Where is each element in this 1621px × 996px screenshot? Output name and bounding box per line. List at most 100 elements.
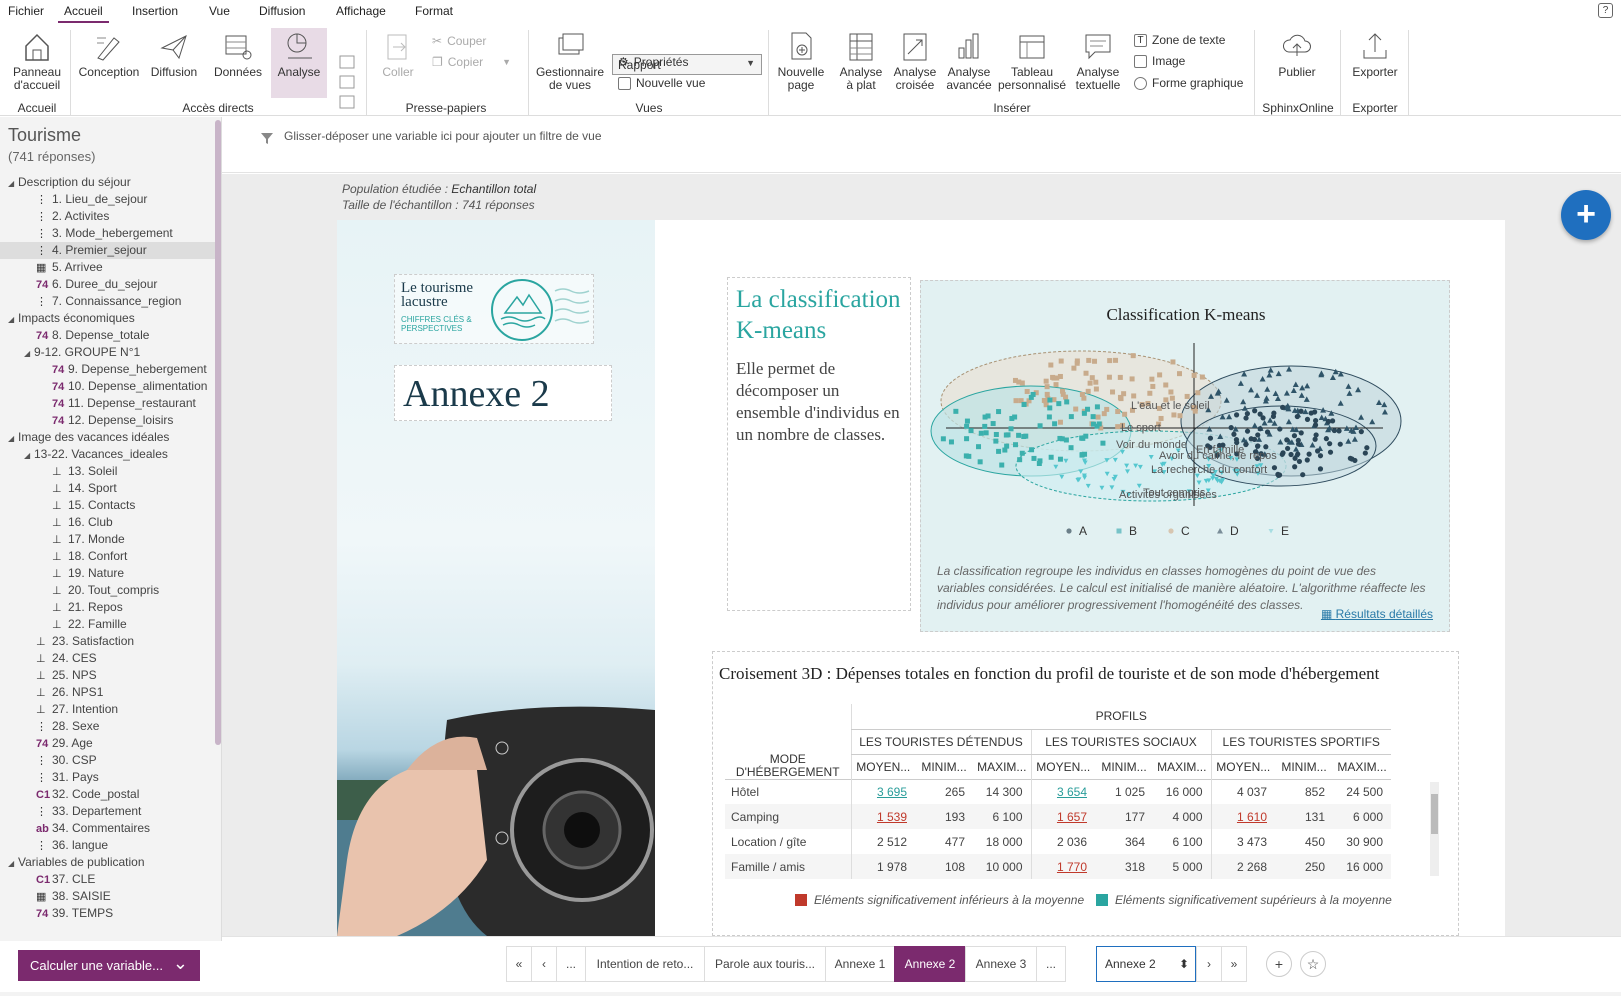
menu-vue[interactable]: Vue [209,4,230,18]
tree-variable[interactable]: ⊥ 24. CES [0,650,215,667]
annexe-box[interactable]: Annexe 2 [394,365,612,421]
more-pages-button[interactable]: ... [1036,946,1066,982]
views-manager-button[interactable]: Gestionnaire de vues [534,30,606,92]
tree-variable[interactable]: ⊥ 14. Sport [0,480,215,497]
significant-value-link[interactable]: 1 610 [1237,810,1267,824]
properties-button[interactable]: ⚙ Propriétés [618,55,688,69]
donnees-button[interactable]: Données [208,30,268,79]
tree-variable[interactable]: ⊥ 26. NPS1 [0,684,215,701]
tree-variable[interactable]: ⊥ 21. Repos [0,599,215,616]
kmeans-chart[interactable]: L'eau et le soleil Le sport Voir du monde E… [920,280,1450,632]
tab-annexe-3[interactable]: Annexe 3 [965,946,1037,982]
tree-group[interactable]: ◢ 9-12. GROUPE N°1 [0,344,215,361]
subcolumn-header[interactable]: MOYEN... [1210,754,1275,779]
table-cell[interactable]: 1 610 [1210,804,1275,829]
subcolumn-header[interactable]: MINIM... [1095,754,1153,779]
tab-parole[interactable]: Parole aux touris... [704,946,826,982]
cross-table-box[interactable]: Croisement 3D : Dépenses totales en fonc… [712,651,1459,936]
image-button[interactable]: Image [1134,54,1185,68]
tree-variable[interactable]: ⋮ 33. Departement [0,803,215,820]
sidebar-scrollbar[interactable] [215,120,221,745]
tree-variable[interactable]: 74 11. Depense_restaurant [0,395,215,412]
export-button[interactable]: Exporter [1346,30,1404,79]
tree-variable[interactable]: ⊥ 15. Contacts [0,497,215,514]
tree-variable[interactable]: 74 9. Depense_hebergement [0,361,215,378]
expand-icon[interactable]: ◢ [24,345,34,362]
tree-variable[interactable]: ⊥ 17. Monde [0,531,215,548]
table-cell[interactable]: 1 539 [850,804,915,829]
kmeans-text-box[interactable]: La classification K-means Elle permet de… [727,277,911,611]
tree-group[interactable]: ◢ Description du séjour [0,174,215,191]
table-cell[interactable]: 3 695 [850,779,915,804]
tab-annexe-1[interactable]: Annexe 1 [825,946,895,982]
first-page-button[interactable]: « [506,946,532,982]
diffusion-button[interactable]: Diffusion [144,30,204,79]
tree-variable[interactable]: ⋮ 2. Activites [0,208,215,225]
add-page-icon[interactable]: + [1266,951,1292,977]
advanced-analysis-button[interactable]: Analyse avancée [942,30,996,92]
page-select[interactable]: Annexe 2 [1096,946,1196,982]
tree-group[interactable]: ◢ Image des vacances idéales [0,429,215,446]
tree-variable[interactable]: 74 8. Depense_totale [0,327,215,344]
copy-button[interactable]: ❐ Copier ▼ [432,55,511,69]
home-panel-button[interactable]: Panneau d'accueil [8,30,66,92]
tree-variable[interactable]: ⋮ 36. langue [0,837,215,854]
tree-variable[interactable]: ⋮ 1. Lieu_de_sejour [0,191,215,208]
subcolumn-header[interactable]: MAXIM... [1153,754,1211,779]
expand-icon[interactable]: ◢ [8,175,18,192]
analyse-button[interactable]: Analyse [271,28,327,98]
tree-variable[interactable]: ab 34. Commentaires [0,820,215,837]
tree-variable[interactable]: ⊥ 16. Club [0,514,215,531]
tree-variable[interactable]: ▦ 38. SAISIE [0,888,215,905]
significant-value-link[interactable]: 1 770 [1057,860,1087,874]
last-page-button[interactable]: » [1221,946,1247,982]
flat-analysis-button[interactable]: Analyse à plat [836,30,886,92]
tree-variable[interactable]: ⋮ 3. Mode_hebergement [0,225,215,242]
menu-accueil[interactable]: Accueil [58,4,109,23]
subcolumn-header[interactable]: MOYEN... [1030,754,1095,779]
tree-variable[interactable]: 74 12. Depense_loisirs [0,412,215,429]
expand-icon[interactable]: ◢ [24,447,34,464]
tree-variable[interactable]: ⊥ 13. Soleil [0,463,215,480]
cross-analysis-button[interactable]: Analyse croisée [890,30,940,92]
publish-button[interactable]: Publier [1262,30,1332,79]
menu-diffusion[interactable]: Diffusion [259,4,305,18]
tree-variable[interactable]: 74 6. Duree_du_sejour [0,276,215,293]
tree-variable[interactable]: ⋮ 7. Connaissance_region [0,293,215,310]
tree-variable[interactable]: ⊥ 19. Nature [0,565,215,582]
subcolumn-header[interactable]: MAXIM... [973,754,1031,779]
tree-group[interactable]: ◢ Variables de publication [0,854,215,871]
tree-variable[interactable]: ⊥ 27. Intention [0,701,215,718]
subcolumn-header[interactable]: MOYEN... [850,754,915,779]
significant-value-link[interactable]: 3 654 [1057,785,1087,799]
tree-variable[interactable]: 74 10. Depense_alimentation [0,378,215,395]
tree-group[interactable]: ◢ Impacts économiques [0,310,215,327]
custom-table-button[interactable]: Tableau personnalisé [998,30,1066,92]
tree-variable[interactable]: ⋮ 31. Pays [0,769,215,786]
text-zone-button[interactable]: T Zone de texte [1134,33,1225,47]
menu-format[interactable]: Format [415,4,453,18]
expand-icon[interactable]: ◢ [8,311,18,328]
tab-annexe-2[interactable]: Annexe 2 [894,946,966,982]
detailed-results-link[interactable]: ▦ Résultats détaillés [1321,607,1433,621]
tree-variable[interactable]: ⋮ 28. Sexe [0,718,215,735]
tree-variable[interactable]: 74 29. Age [0,735,215,752]
subcolumn-header[interactable]: MINIM... [915,754,973,779]
new-view-button[interactable]: Nouvelle vue [618,76,705,90]
tree-variable[interactable]: ⊥ 25. NPS [0,667,215,684]
tree-variable[interactable]: ⋮ 30. CSP [0,752,215,769]
conception-button[interactable]: Conception [76,30,142,79]
table-cell[interactable]: 3 654 [1030,779,1095,804]
subcolumn-header[interactable]: MAXIM... [1333,754,1391,779]
tree-variable[interactable]: C1 37. CLE [0,871,215,888]
view-filter-bar[interactable]: Glisser-déposer une variable ici pour aj… [222,117,1621,173]
star-icon[interactable]: ☆ [1300,951,1326,977]
add-button[interactable]: + [1561,190,1611,240]
tree-variable[interactable]: C1 32. Code_postal [0,786,215,803]
prev-page-button[interactable]: ‹ [531,946,557,982]
calculate-variable-button[interactable]: Calculer une variable... [18,950,200,981]
tab-intention[interactable]: Intention de reto... [585,946,705,982]
menu-insertion[interactable]: Insertion [132,4,178,18]
cut-button[interactable]: ✂ Couper [432,34,486,48]
help-icon[interactable]: ? [1598,3,1613,18]
